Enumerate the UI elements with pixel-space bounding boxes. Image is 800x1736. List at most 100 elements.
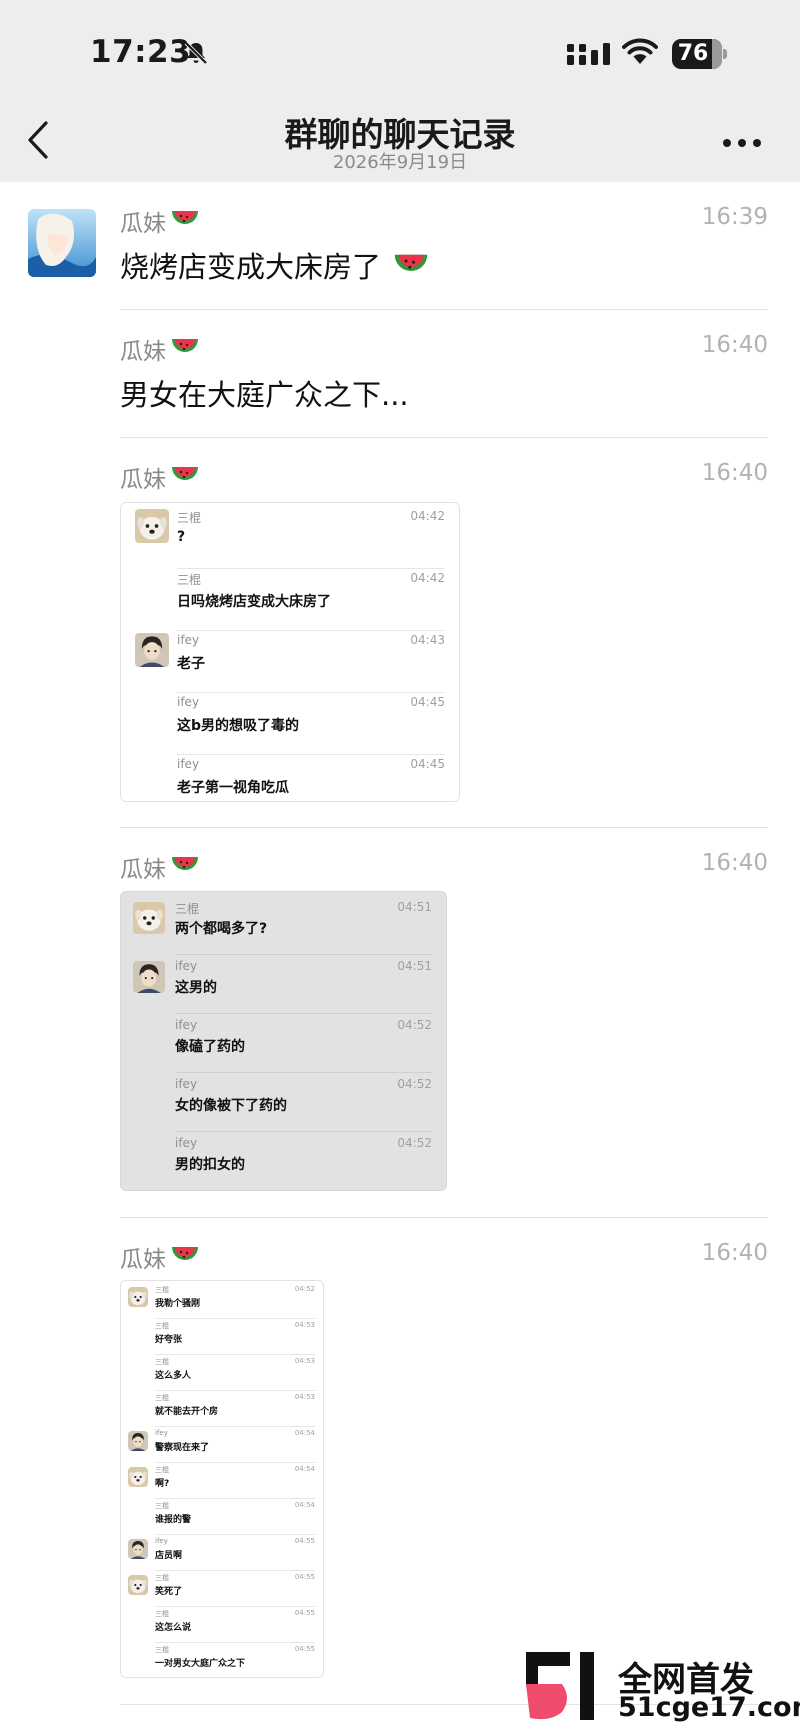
card-message-time: 04:52	[397, 1018, 432, 1032]
card-message-row: 三棍 04:53 这么多人	[121, 1355, 323, 1391]
card-sender-name: ifey	[175, 1077, 198, 1091]
wifi-icon	[622, 38, 658, 64]
avatar	[128, 1431, 148, 1451]
card-message-text: 两个都喝多了?	[175, 921, 268, 937]
card-message-time: 04:43	[410, 633, 445, 647]
sender-name: 瓜妹	[120, 339, 166, 365]
message-time: 16:40	[701, 332, 768, 358]
card-message-row: ifey 04:43 老子	[121, 631, 459, 693]
message-time: 16:39	[701, 204, 768, 230]
watermelon-emoji-icon	[172, 1247, 198, 1260]
card-sender-name: ifey	[177, 633, 200, 647]
card-message-time: 04:53	[294, 1357, 315, 1365]
bell-muted-icon	[184, 41, 208, 65]
card-message-row: 三棍 04:52 我勒个骚刚	[121, 1283, 323, 1319]
card-message-row: 三棍 04:55 笑死了	[121, 1571, 323, 1607]
card-message-row: 三棍 04:54 谁报的警	[121, 1499, 323, 1535]
message-time: 16:40	[701, 850, 768, 876]
watermelon-emoji-icon	[172, 339, 198, 352]
card-message-text: 一对男女大庭广众之下	[155, 1659, 246, 1669]
card-message-text: 笑死了	[155, 1587, 183, 1597]
card-message-text: 日吗烧烤店变成大床房了	[177, 594, 331, 610]
card-message-row: ifey 04:52 女的像被下了药的	[121, 1073, 446, 1132]
card-message-text: ?	[177, 529, 186, 545]
card-message-time: 04:51	[397, 900, 432, 914]
card-sender-name: ifey	[177, 695, 200, 709]
card-message-time: 04:52	[294, 1285, 315, 1293]
card-sender-name: 三棍	[155, 1466, 169, 1474]
message-time: 16:40	[701, 460, 768, 486]
card-message-text: 老子	[177, 656, 205, 672]
message-item: 瓜妹 16:40 三棍 04:51 两个都喝多了? ifey 04:51 这男的 ifey 0…	[0, 828, 800, 1218]
card-message-time: 04:54	[294, 1501, 315, 1509]
sender-name: 瓜妹	[120, 211, 166, 237]
avatar	[133, 961, 165, 993]
message-text[interactable]: 烧烤店变成大床房了	[120, 244, 430, 286]
card-sender-name: 三棍	[175, 902, 200, 916]
card-message-row: 三棍 04:42 日吗烧烤店变成大床房了	[121, 569, 459, 631]
card-message-time: 04:45	[410, 757, 445, 771]
card-sender-name: 三棍	[155, 1286, 169, 1294]
watermelon-emoji-icon	[172, 467, 198, 480]
watermelon-emoji-icon	[172, 857, 198, 870]
card-message-text: 老子第一视角吃瓜	[177, 780, 289, 796]
cellular-signal-icon	[567, 43, 610, 65]
card-message-row: ifey 04:55 店员啊	[121, 1535, 323, 1571]
watermelon-emoji-icon	[172, 211, 198, 224]
card-sender-name: ifey	[155, 1429, 168, 1437]
card-message-row: ifey 04:45 这b男的想吸了毒的	[121, 693, 459, 755]
top-bar: 17:23 76 群聊的聊天记录 2026年9月19日	[0, 0, 800, 182]
site-watermark: 全网首发 51cge17.com	[522, 1648, 800, 1728]
card-sender-name: 三棍	[155, 1394, 169, 1402]
card-message-text: 这怎么说	[155, 1623, 192, 1633]
card-message-row: 三棍 04:53 好夸张	[121, 1319, 323, 1355]
card-sender-name: 三棍	[155, 1574, 169, 1582]
card-message-time: 04:52	[397, 1077, 432, 1091]
avatar	[128, 1575, 148, 1595]
card-message-row: 三棍 04:51 两个都喝多了?	[121, 896, 446, 955]
message-text[interactable]: 男女在大庭广众之下...	[120, 372, 409, 414]
card-message-time: 04:55	[294, 1537, 315, 1545]
card-message-row: 三棍 04:53 就不能去开个房	[121, 1391, 323, 1427]
avatar[interactable]	[28, 209, 96, 277]
card-message-text: 啊?	[155, 1479, 170, 1489]
message-item: 瓜妹 16:39 烧烤店变成大床房了	[0, 182, 800, 310]
card-message-text: 女的像被下了药的	[175, 1098, 287, 1114]
card-message-time: 04:42	[410, 571, 445, 585]
card-sender-name: 三棍	[155, 1646, 169, 1654]
card-message-row: 三棍 04:54 啊?	[121, 1463, 323, 1499]
card-message-time: 04:54	[294, 1465, 315, 1473]
card-sender-name: ifey	[177, 757, 200, 771]
card-message-text: 就不能去开个房	[155, 1407, 219, 1417]
forwarded-chat-card[interactable]: 三棍 04:52 我勒个骚刚 三棍 04:53 好夸张 三棍 04:53 这么多人 三棍 04:53…	[120, 1280, 324, 1678]
card-sender-name: 三棍	[177, 573, 202, 587]
card-sender-name: 三棍	[155, 1610, 169, 1618]
card-message-time: 04:53	[294, 1393, 315, 1401]
card-sender-name: 三棍	[155, 1502, 169, 1510]
battery-level: 76	[677, 41, 709, 66]
card-message-row: ifey 04:51 这男的	[121, 955, 446, 1014]
watermelon-emoji-icon	[394, 254, 428, 271]
status-time: 17:23	[90, 34, 192, 70]
card-message-text: 好夸张	[155, 1335, 183, 1345]
avatar	[133, 902, 165, 934]
card-message-text: 谁报的警	[155, 1515, 192, 1525]
avatar	[135, 633, 169, 667]
card-message-text: 我勒个骚刚	[155, 1299, 201, 1309]
sender-name: 瓜妹	[120, 467, 166, 493]
sender-name: 瓜妹	[120, 1247, 166, 1273]
card-sender-name: ifey	[155, 1537, 168, 1545]
card-message-time: 04:55	[294, 1645, 315, 1653]
avatar	[135, 509, 169, 543]
card-message-text: 警察现在来了	[155, 1443, 210, 1453]
card-message-text: 男的扣女的	[175, 1157, 245, 1173]
card-sender-name: 三棍	[177, 511, 202, 525]
forwarded-chat-card[interactable]: 三棍 04:51 两个都喝多了? ifey 04:51 这男的 ifey 04:52 像磕了药的…	[120, 891, 447, 1191]
forwarded-chat-card[interactable]: 三棍 04:42? 三棍 04:42 日吗烧烤店变成大床房了 ifey 04:43 老子 ife…	[120, 502, 460, 802]
card-message-time: 04:51	[397, 959, 432, 973]
card-sender-name: ifey	[175, 1136, 198, 1150]
card-message-row: 三棍 04:55 这怎么说	[121, 1607, 323, 1643]
more-options-icon[interactable]	[722, 138, 762, 148]
message-item: 瓜妹 16:40 男女在大庭广众之下...	[0, 310, 800, 438]
card-message-time: 04:53	[294, 1321, 315, 1329]
